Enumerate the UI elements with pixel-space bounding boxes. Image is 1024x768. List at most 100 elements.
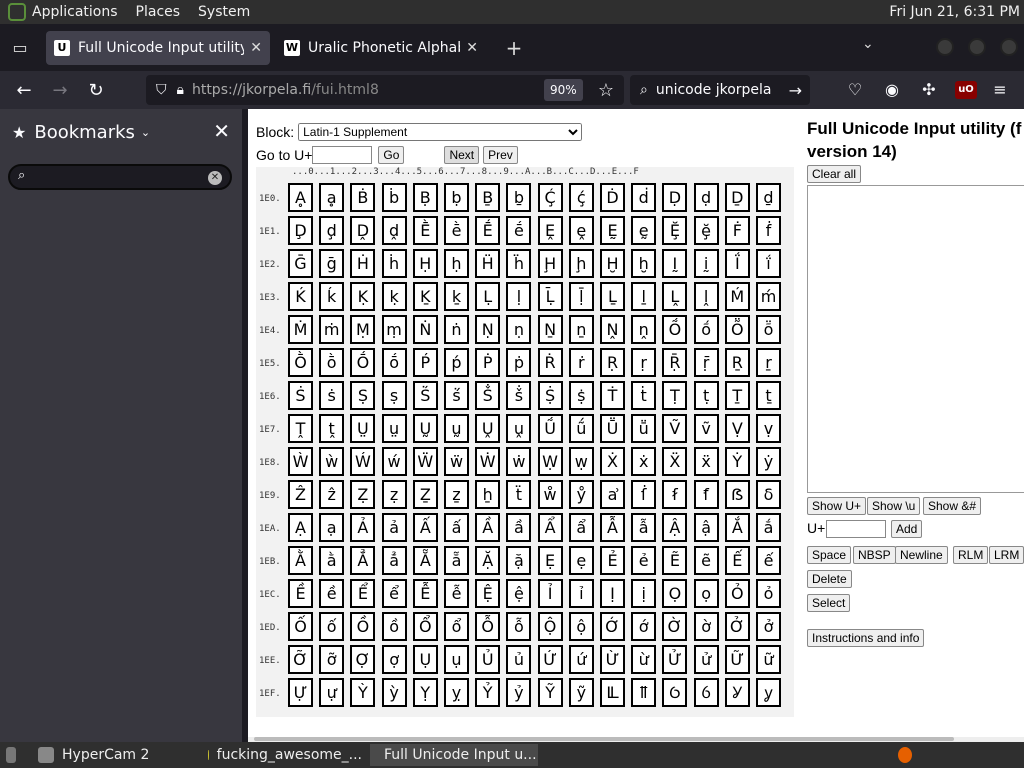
tray-firefox[interactable]	[892, 744, 926, 766]
lrm-button[interactable]: LRM	[989, 546, 1024, 564]
char-button[interactable]: Ḝ	[662, 216, 688, 245]
char-button[interactable]: Ḻ	[600, 282, 625, 311]
taskbar-item-video[interactable]: fucking_awesome_...	[202, 744, 368, 766]
char-button[interactable]: Ờ	[662, 612, 688, 641]
char-button[interactable]: Ỏ	[724, 579, 750, 608]
char-button[interactable]: Ḛ	[600, 216, 625, 245]
char-button[interactable]: ễ	[444, 579, 469, 608]
reload-icon[interactable]: ↻	[78, 80, 114, 101]
char-button[interactable]: ẏ	[756, 447, 781, 476]
char-button[interactable]: ỵ	[444, 678, 469, 707]
char-button[interactable]: ḥ	[444, 249, 469, 278]
char-button[interactable]: Ỷ	[475, 678, 501, 707]
char-button[interactable]: ṵ	[444, 414, 469, 443]
char-button[interactable]: ḳ	[381, 282, 407, 311]
char-button[interactable]: ị	[631, 579, 657, 608]
clear-icon[interactable]: ✕	[208, 171, 222, 185]
uplus-input[interactable]	[826, 520, 886, 538]
char-button[interactable]: Ừ	[600, 645, 625, 674]
char-button[interactable]: ḋ	[631, 183, 657, 212]
char-button[interactable]: ạ	[319, 513, 345, 542]
char-button[interactable]: Ḗ	[475, 216, 501, 245]
char-button[interactable]: ṫ	[631, 381, 657, 410]
char-button[interactable]: ẵ	[444, 546, 469, 575]
char-button[interactable]: ṇ	[506, 315, 532, 344]
char-button[interactable]: ṯ	[756, 381, 781, 410]
menu-system[interactable]: System	[198, 4, 250, 20]
zoom-level[interactable]: 90%	[544, 79, 583, 101]
char-button[interactable]: ḭ	[693, 249, 719, 278]
char-button[interactable]: ḃ	[381, 183, 407, 212]
char-button[interactable]: Ḭ	[662, 249, 688, 278]
char-button[interactable]: Ṓ	[350, 348, 376, 377]
back-icon[interactable]: ←	[6, 80, 42, 101]
char-button[interactable]: ṉ	[568, 315, 594, 344]
char-button[interactable]: ḑ	[319, 216, 345, 245]
firefox-view-icon[interactable]: ▭	[0, 24, 40, 71]
url-bar[interactable]: ⛉ 🔒︎ https://jkorpela.fi /fui.html8 90% …	[146, 75, 624, 105]
char-button[interactable]: ṳ	[381, 414, 407, 443]
char-button[interactable]: ḡ	[319, 249, 345, 278]
next-button[interactable]: Next	[444, 146, 480, 164]
newline-button[interactable]: Newline	[895, 546, 948, 564]
new-tab-icon[interactable]: +	[496, 36, 532, 60]
show-desktop-icon[interactable]	[0, 744, 30, 766]
char-button[interactable]: Ḇ	[475, 183, 501, 212]
char-button[interactable]: ở	[756, 612, 781, 641]
add-button[interactable]: Add	[891, 520, 923, 538]
char-button[interactable]: Ṍ	[662, 315, 688, 344]
char-button[interactable]: Ồ	[350, 612, 376, 641]
output-textarea[interactable]	[807, 185, 1024, 493]
char-button[interactable]: Ḷ	[475, 282, 501, 311]
char-button[interactable]: ḱ	[319, 282, 345, 311]
char-button[interactable]: ữ	[756, 645, 781, 674]
char-button[interactable]: Ḯ	[724, 249, 750, 278]
rlm-button[interactable]: RLM	[953, 546, 989, 564]
char-button[interactable]: ụ	[444, 645, 469, 674]
taskbar-item-firefox[interactable]: Full Unicode Input u...	[370, 744, 538, 766]
char-button[interactable]: ḝ	[693, 216, 719, 245]
char-button[interactable]: Ự	[288, 678, 313, 707]
char-button[interactable]: ḵ	[444, 282, 469, 311]
char-button[interactable]: Ẑ	[288, 480, 313, 509]
char-button[interactable]: Ḳ	[350, 282, 376, 311]
char-button[interactable]: ḯ	[756, 249, 781, 278]
taskbar-item-hypercam[interactable]: HyperCam 2	[32, 744, 200, 766]
show-uplus-button[interactable]: Show U+	[807, 497, 867, 515]
char-button[interactable]: ẳ	[381, 546, 407, 575]
char-button[interactable]: ṝ	[693, 348, 719, 377]
applications-icon[interactable]	[8, 3, 26, 21]
menu-applications[interactable]: Applications	[32, 4, 118, 20]
tab-uralic[interactable]: W Uralic Phonetic Alphabet - W ✕	[276, 31, 486, 65]
char-button[interactable]: ṽ	[693, 414, 719, 443]
char-button[interactable]: ṟ	[756, 348, 781, 377]
scrollbar-thumb[interactable]	[254, 737, 954, 741]
pocket-icon[interactable]: ♡	[844, 80, 866, 99]
char-button[interactable]: ẟ	[756, 480, 781, 509]
delete-button[interactable]: Delete	[807, 570, 852, 588]
char-button[interactable]: ổ	[444, 612, 469, 641]
char-button[interactable]: ộ	[568, 612, 594, 641]
menu-places[interactable]: Places	[136, 4, 181, 20]
char-button[interactable]: ấ	[444, 513, 469, 542]
clock[interactable]: Fri Jun 21, 6:31 PM	[889, 4, 1020, 20]
char-button[interactable]: ḽ	[693, 282, 719, 311]
char-button[interactable]: ự	[319, 678, 345, 707]
char-button[interactable]: Ḡ	[288, 249, 313, 278]
char-button[interactable]: ẫ	[631, 513, 657, 542]
char-button[interactable]: ẉ	[568, 447, 594, 476]
char-button[interactable]: Ḁ	[288, 183, 313, 212]
char-button[interactable]: ṷ	[506, 414, 532, 443]
search-bar[interactable]: ⌕ unicode jkorpela →	[630, 75, 810, 105]
char-button[interactable]: Ṋ	[600, 315, 625, 344]
char-button[interactable]: ḓ	[381, 216, 407, 245]
char-button[interactable]: ḍ	[693, 183, 719, 212]
char-button[interactable]: ẜ	[662, 480, 688, 509]
char-button[interactable]: ẞ	[724, 480, 750, 509]
char-button[interactable]: Ợ	[350, 645, 376, 674]
char-button[interactable]: Ắ	[724, 513, 750, 542]
char-button[interactable]: ḻ	[631, 282, 657, 311]
char-button[interactable]: ẋ	[631, 447, 657, 476]
show-amp-button[interactable]: Show &#	[923, 497, 982, 515]
char-button[interactable]: Ṑ	[288, 348, 313, 377]
